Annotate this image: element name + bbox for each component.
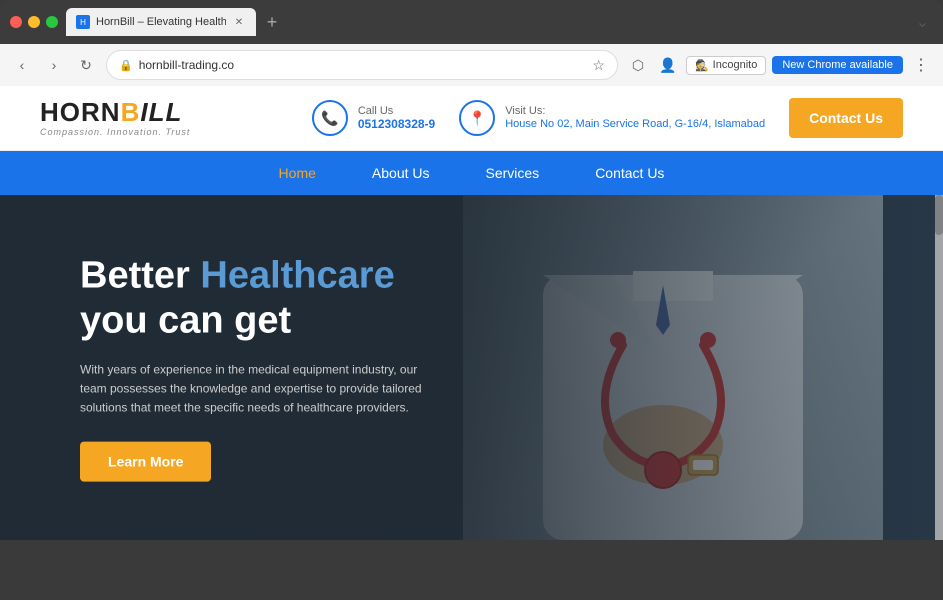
call-us-item: 📞 Call Us 0512308328-9 (312, 100, 435, 136)
incognito-label: Incognito (713, 59, 758, 71)
extensions-icon[interactable]: ⬡ (626, 53, 650, 77)
toolbar-icons: ⬡ 👤 🕵 Incognito New Chrome available ⋮ (626, 53, 933, 77)
nav-services[interactable]: Services (458, 151, 568, 195)
bookmark-icon[interactable]: ☆ (592, 57, 605, 74)
reload-button[interactable]: ↻ (74, 53, 98, 77)
tab-title: HornBill – Elevating Healthca... (96, 16, 226, 28)
logo-tagline: Compassion. Innovation. Trust (40, 127, 190, 137)
hero-section: Better Healthcare you can get With years… (0, 195, 943, 540)
back-button[interactable]: ‹ (10, 53, 34, 77)
browser-chrome: H HornBill – Elevating Healthca... ✕ + ⌄… (0, 0, 943, 86)
new-tab-button[interactable]: + (260, 10, 284, 34)
phone-icon: 📞 (312, 100, 348, 136)
url-text: hornbill-trading.co (139, 58, 587, 72)
minimize-window-btn[interactable] (28, 16, 40, 28)
browser-toolbar: ‹ › ↻ 🔒 hornbill-trading.co ☆ ⬡ 👤 🕵 Inco… (0, 44, 943, 86)
nav-contact[interactable]: Contact Us (567, 151, 692, 195)
logo-area: HORNBILL Compassion. Innovation. Trust (40, 99, 190, 137)
nav-home[interactable]: Home (251, 151, 344, 195)
hero-title-highlight: Healthcare (200, 254, 394, 296)
forward-button[interactable]: › (42, 53, 66, 77)
visit-us-label: Visit Us: (505, 105, 765, 117)
call-us-info: Call Us 0512308328-9 (358, 105, 435, 131)
new-chrome-btn[interactable]: New Chrome available (772, 56, 903, 74)
profile-icon[interactable]: 👤 (656, 53, 680, 77)
visit-us-item: 📍 Visit Us: House No 02, Main Service Ro… (459, 100, 765, 136)
tab-close-btn[interactable]: ✕ (232, 15, 246, 29)
logo-ill: ILL (140, 97, 182, 127)
close-window-btn[interactable] (10, 16, 22, 28)
site-header: HORNBILL Compassion. Innovation. Trust 📞… (0, 86, 943, 151)
site-nav: Home About Us Services Contact Us (0, 151, 943, 195)
lock-icon: 🔒 (119, 59, 133, 72)
active-tab[interactable]: H HornBill – Elevating Healthca... ✕ (66, 8, 256, 36)
tab-bar: H HornBill – Elevating Healthca... ✕ + (66, 8, 904, 36)
hero-content: Better Healthcare you can get With years… (80, 253, 440, 482)
window-more-btn[interactable]: ⌄ (912, 10, 933, 34)
hero-title-part1: Better (80, 254, 200, 296)
visit-us-info: Visit Us: House No 02, Main Service Road… (505, 105, 765, 131)
website-content: HORNBILL Compassion. Innovation. Trust 📞… (0, 86, 943, 540)
logo-horn: HORN (40, 97, 121, 127)
maximize-window-btn[interactable] (46, 16, 58, 28)
incognito-badge: 🕵 Incognito (686, 56, 766, 75)
nav-about[interactable]: About Us (344, 151, 458, 195)
incognito-hat-icon: 🕵 (695, 59, 709, 72)
call-us-number: 0512308328-9 (358, 117, 435, 131)
titlebar: H HornBill – Elevating Healthca... ✕ + ⌄ (0, 0, 943, 44)
call-us-label: Call Us (358, 105, 435, 117)
logo: HORNBILL (40, 99, 190, 125)
contact-us-button[interactable]: Contact Us (789, 98, 903, 138)
learn-more-button[interactable]: Learn More (80, 442, 211, 482)
hero-description: With years of experience in the medical … (80, 360, 440, 418)
hero-title: Better Healthcare you can get (80, 253, 440, 344)
tab-favicon: H (76, 15, 90, 29)
nav-items: Home About Us Services Contact Us (251, 151, 693, 195)
location-icon: 📍 (459, 100, 495, 136)
visit-us-address: House No 02, Main Service Road, G-16/4, … (505, 117, 765, 131)
address-bar[interactable]: 🔒 hornbill-trading.co ☆ (106, 50, 618, 80)
header-contact: 📞 Call Us 0512308328-9 📍 Visit Us: House… (312, 98, 903, 138)
logo-b: B (121, 97, 141, 127)
traffic-lights (10, 16, 58, 28)
hero-title-part2: you can get (80, 300, 291, 342)
browser-menu-btn[interactable]: ⋮ (909, 53, 933, 77)
